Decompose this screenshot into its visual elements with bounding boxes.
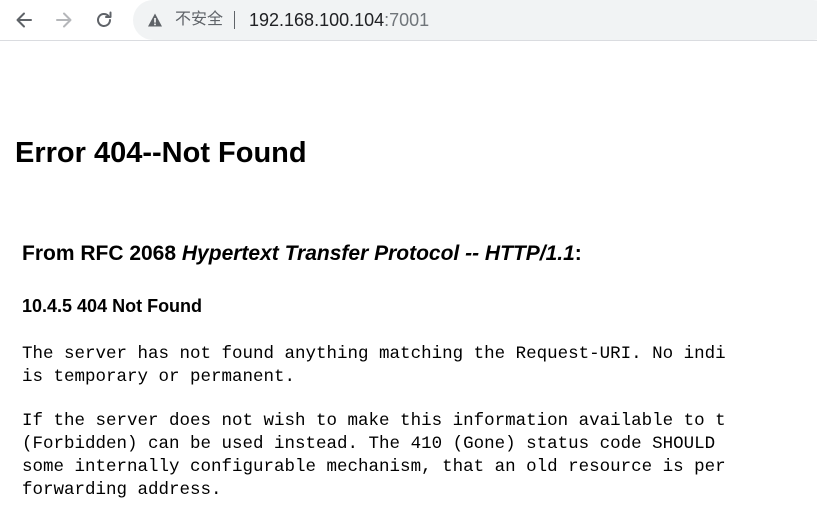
arrow-left-icon — [16, 12, 32, 28]
url-port: :7001 — [384, 10, 430, 30]
rfc-heading: From RFC 2068 Hypertext Transfer Protoco… — [22, 241, 582, 267]
back-button[interactable] — [9, 5, 39, 35]
paragraph-2: If the server does not wish to make this… — [22, 411, 726, 500]
page-title: Error 404--Not Found — [15, 137, 307, 169]
page-content: Error 404--Not Found From RFC 2068 Hyper… — [0, 41, 817, 512]
paragraph-1: The server has not found anything matchi… — [22, 344, 726, 387]
reload-icon — [97, 11, 112, 27]
rfc-title: Hypertext Transfer Protocol -- HTTP/1.1 — [181, 242, 575, 265]
url-host: 192.168.100.104 — [249, 10, 385, 30]
url-text[interactable]: 192.168.100.104:7001 — [249, 9, 429, 31]
rfc-prefix: From RFC 2068 — [22, 242, 182, 265]
omnibox-separator — [234, 11, 235, 29]
arrow-right-icon — [56, 12, 72, 28]
warning-triangle-icon[interactable] — [147, 12, 163, 28]
browser-toolbar: 不安全 192.168.100.104:7001 — [0, 0, 817, 41]
rfc-suffix: : — [574, 242, 582, 265]
section-heading: 10.4.5 404 Not Found — [22, 296, 203, 316]
address-bar[interactable]: 不安全 192.168.100.104:7001 — [133, 0, 817, 40]
reload-button[interactable] — [89, 5, 119, 35]
security-status-label[interactable]: 不安全 — [175, 10, 223, 30]
forward-button[interactable] — [49, 5, 79, 35]
